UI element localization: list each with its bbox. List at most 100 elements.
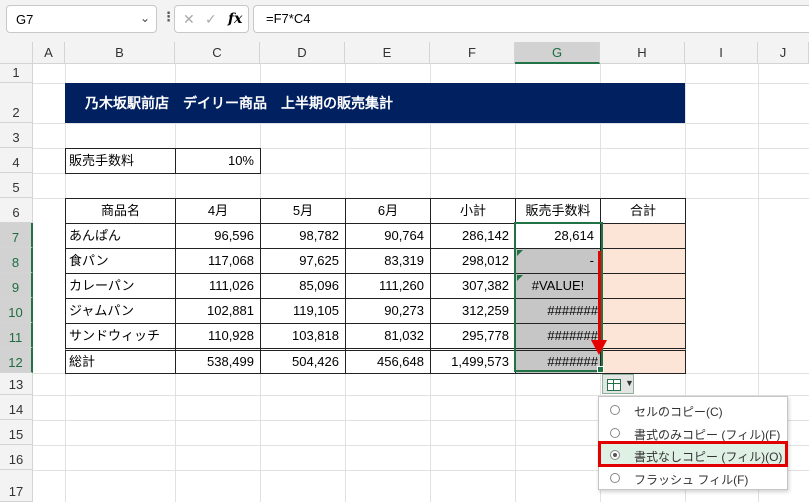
table-total-cell[interactable]: 456,648 — [345, 348, 431, 374]
table-cell[interactable]: 295,778 — [430, 323, 516, 349]
row-header-17[interactable]: 17 — [0, 470, 33, 502]
row-header-16[interactable]: 16 — [0, 445, 33, 470]
table-cell[interactable]: あんぱん — [65, 223, 176, 249]
menu-item-flash-fill[interactable]: フラッシュ フィル(F) — [600, 467, 786, 489]
table-cell[interactable]: 食パン — [65, 248, 176, 274]
table-cell[interactable]: 81,032 — [345, 323, 431, 349]
table-cell[interactable]: 85,096 — [260, 273, 346, 299]
select-all-corner[interactable] — [0, 42, 33, 64]
column-header-b[interactable]: B — [65, 42, 175, 64]
column-header-j[interactable]: J — [758, 42, 809, 64]
table-header[interactable]: 商品名 — [65, 198, 176, 224]
row-header-1[interactable]: 1 — [0, 64, 33, 83]
column-header-a[interactable]: A — [33, 42, 65, 64]
table-total-cell[interactable]: 538,499 — [175, 348, 261, 374]
table-header[interactable]: 販売手数料 — [515, 198, 601, 224]
column-header-f[interactable]: F — [430, 42, 515, 64]
menu-item-label: フラッシュ フィル(F) — [634, 473, 749, 487]
table-cell[interactable]: 307,382 — [430, 273, 516, 299]
table-cell[interactable]: ジャムパン — [65, 298, 176, 324]
commission-value[interactable]: 10% — [175, 148, 261, 174]
row-header-13[interactable]: 13 — [0, 373, 33, 395]
row-header-14[interactable]: 14 — [0, 395, 33, 420]
radio-icon — [610, 473, 620, 483]
table-total-cell[interactable]: 1,499,573 — [430, 348, 516, 374]
table-cell[interactable] — [600, 323, 686, 349]
row-header-15[interactable]: 15 — [0, 420, 33, 445]
gridline — [33, 123, 809, 124]
name-box[interactable]: G7 ⌄ — [6, 5, 157, 33]
row-header-5[interactable]: 5 — [0, 173, 33, 198]
auto-fill-icon — [607, 379, 621, 391]
table-cell[interactable]: 90,764 — [345, 223, 431, 249]
annotation-arrow — [598, 251, 601, 343]
formula-input[interactable]: =F7*C4 — [253, 5, 809, 33]
table-cell[interactable]: 117,068 — [175, 248, 261, 274]
table-cell[interactable] — [600, 273, 686, 299]
row-header-11[interactable]: 11 — [0, 323, 33, 348]
row-header-7[interactable]: 7 — [0, 223, 33, 248]
row-header-10[interactable]: 10 — [0, 298, 33, 323]
table-header[interactable]: 6月 — [345, 198, 431, 224]
table-cell[interactable]: 111,260 — [345, 273, 431, 299]
menu-item-label: セルのコピー(C) — [634, 405, 723, 419]
row-header-6[interactable]: 6 — [0, 198, 33, 223]
row-header-3[interactable]: 3 — [0, 123, 33, 148]
table-cell[interactable]: 97,625 — [260, 248, 346, 274]
column-header-c[interactable]: C — [175, 42, 260, 64]
table-cell[interactable]: サンドウィッチ — [65, 323, 176, 349]
commission-label[interactable]: 販売手数料 — [65, 148, 176, 174]
arrow-down-icon — [591, 340, 607, 355]
table-cell[interactable]: 119,105 — [260, 298, 346, 324]
table-header[interactable]: 小計 — [430, 198, 516, 224]
row-header-4[interactable]: 4 — [0, 148, 33, 173]
column-header-g[interactable]: G — [515, 42, 600, 64]
table-cell[interactable]: 286,142 — [430, 223, 516, 249]
table-total-cell[interactable]: 総計 — [65, 348, 176, 374]
table-cell[interactable]: 96,596 — [175, 223, 261, 249]
radio-icon — [610, 428, 620, 438]
table-cell[interactable]: 298,012 — [430, 248, 516, 274]
formula-bar: G7 ⌄ ⋮ ✕ ✓ fx =F7*C4 — [0, 0, 809, 42]
menu-item-copy-cells[interactable]: セルのコピー(C) — [600, 399, 786, 421]
insert-function-icon[interactable]: fx — [228, 11, 242, 27]
table-cell[interactable]: 102,881 — [175, 298, 261, 324]
row-header-12[interactable]: 12 — [0, 348, 33, 373]
row-header-2[interactable]: 2 — [0, 83, 33, 123]
table-cell[interactable]: 83,319 — [345, 248, 431, 274]
selection-range — [514, 222, 603, 372]
table-total-cell[interactable]: 504,426 — [260, 348, 346, 374]
table-cell[interactable] — [600, 298, 686, 324]
table-total-cell[interactable] — [600, 348, 686, 374]
table-cell[interactable] — [600, 248, 686, 274]
table-cell[interactable]: カレーパン — [65, 273, 176, 299]
column-header-h[interactable]: H — [600, 42, 685, 64]
radio-icon — [610, 405, 620, 415]
row-header-9[interactable]: 9 — [0, 273, 33, 298]
fill-handle[interactable] — [597, 366, 604, 373]
table-cell[interactable]: 312,259 — [430, 298, 516, 324]
table-header[interactable]: 合計 — [600, 198, 686, 224]
table-cell[interactable]: 103,818 — [260, 323, 346, 349]
table-cell[interactable] — [600, 223, 686, 249]
formula-buttons: ✕ ✓ fx — [174, 5, 249, 33]
column-header-d[interactable]: D — [260, 42, 345, 64]
cancel-icon[interactable]: ✕ — [183, 11, 195, 28]
table-cell[interactable]: 110,928 — [175, 323, 261, 349]
sheet-title[interactable]: 乃木坂駅前店 デイリー商品 上半期の販売集計 — [65, 83, 685, 123]
auto-fill-options-button[interactable]: ▼ — [602, 374, 634, 394]
enter-icon[interactable]: ✓ — [205, 11, 217, 28]
chevron-down-icon: ▼ — [625, 378, 634, 388]
highlight-box — [598, 441, 788, 467]
formula-text: =F7*C4 — [266, 11, 311, 26]
table-header[interactable]: 4月 — [175, 198, 261, 224]
table-cell[interactable]: 90,273 — [345, 298, 431, 324]
table-cell[interactable]: 98,782 — [260, 223, 346, 249]
table-cell[interactable]: 111,026 — [175, 273, 261, 299]
column-header-i[interactable]: I — [685, 42, 758, 64]
table-header[interactable]: 5月 — [260, 198, 346, 224]
name-box-value: G7 — [16, 12, 34, 27]
chevron-down-icon[interactable]: ⌄ — [140, 11, 150, 25]
row-header-8[interactable]: 8 — [0, 248, 33, 273]
column-header-e[interactable]: E — [345, 42, 430, 64]
